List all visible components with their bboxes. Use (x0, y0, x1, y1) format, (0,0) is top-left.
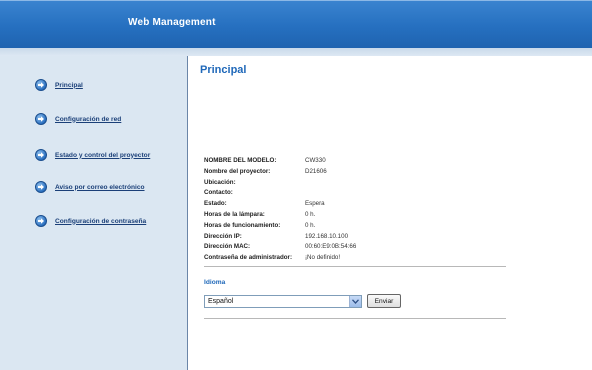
header-bar: Web Management (0, 0, 592, 48)
info-label: Ubicación: (204, 178, 236, 186)
info-value: ¡No definido! (305, 254, 341, 262)
info-label: Dirección IP: (204, 232, 242, 240)
info-row: Dirección IP: 192.168.10.100 (204, 233, 356, 244)
arrow-right-icon (35, 79, 47, 91)
info-row: Nombre del proyector: D21606 (204, 168, 356, 179)
info-value: 00:60:E9:0B:54:66 (305, 243, 357, 251)
info-label: Contraseña de administrador: (204, 254, 293, 262)
info-value: 192.168.10.100 (305, 232, 349, 240)
sidebar-item-email-alert[interactable]: Aviso por correo electrónico (35, 181, 145, 193)
app-title: Web Management (128, 17, 216, 28)
info-row: Horas de funcionamiento: 0 h. (204, 222, 356, 233)
info-label: Horas de la lámpara: (204, 210, 265, 218)
info-value: CW330 (305, 157, 326, 164)
divider (204, 318, 506, 319)
info-row: Horas de la lámpara: 0 h. (204, 211, 356, 222)
info-label: Dirección MAC: (204, 243, 251, 251)
language-select-value: Español (208, 298, 234, 305)
main-content: Principal NOMBRE DEL MODELO: CW330 Nombr… (200, 56, 592, 370)
projector-info-table: NOMBRE DEL MODELO: CW330 Nombre del proy… (204, 157, 356, 274)
info-row: Ubicación: (204, 179, 356, 190)
sidebar-item-password[interactable]: Configuración de contraseña (35, 215, 146, 227)
info-row: Estado: Espera (204, 200, 356, 211)
info-label: NOMBRE DEL MODELO: (204, 157, 277, 164)
sidebar-item-label[interactable]: Configuración de contraseña (55, 218, 146, 225)
header-subbar (0, 48, 592, 56)
chevron-down-icon[interactable] (349, 296, 361, 307)
page-title: Principal (200, 64, 247, 76)
info-value: 0 h. (305, 221, 316, 229)
info-row: Contraseña de administrador: ¡No definid… (204, 254, 356, 274)
sidebar-item-projector-status[interactable]: Estado y control del proyector (35, 149, 150, 161)
info-row: Dirección MAC: 00:60:E9:0B:54:66 (204, 243, 356, 254)
sidebar-item-label[interactable]: Aviso por correo electrónico (55, 184, 145, 191)
language-label: Idioma (204, 279, 226, 286)
info-row: NOMBRE DEL MODELO: CW330 (204, 157, 356, 168)
info-label: Contacto: (204, 189, 233, 197)
sidebar-item-network[interactable]: Configuración de red (35, 113, 121, 125)
arrow-right-icon (35, 215, 47, 227)
info-value: D21606 (305, 167, 327, 175)
info-value: Espera (305, 200, 325, 208)
arrow-right-icon (35, 181, 47, 193)
sidebar: Principal Configuración de red Estado y … (0, 56, 188, 370)
language-select[interactable]: Español (204, 295, 362, 308)
info-value: 0 h. (305, 210, 316, 218)
arrow-right-icon (35, 149, 47, 161)
sidebar-item-label[interactable]: Principal (55, 82, 83, 89)
info-label: Horas de funcionamiento: (204, 221, 281, 229)
info-label: Estado: (204, 200, 227, 208)
sidebar-item-label[interactable]: Estado y control del proyector (55, 152, 150, 159)
sidebar-item-label[interactable]: Configuración de red (55, 116, 121, 123)
sidebar-item-principal[interactable]: Principal (35, 79, 83, 91)
info-label: Nombre del proyector: (204, 167, 271, 175)
info-row: Contacto: (204, 189, 356, 200)
divider (204, 266, 506, 267)
arrow-right-icon (35, 113, 47, 125)
send-button[interactable]: Enviar (367, 294, 401, 308)
